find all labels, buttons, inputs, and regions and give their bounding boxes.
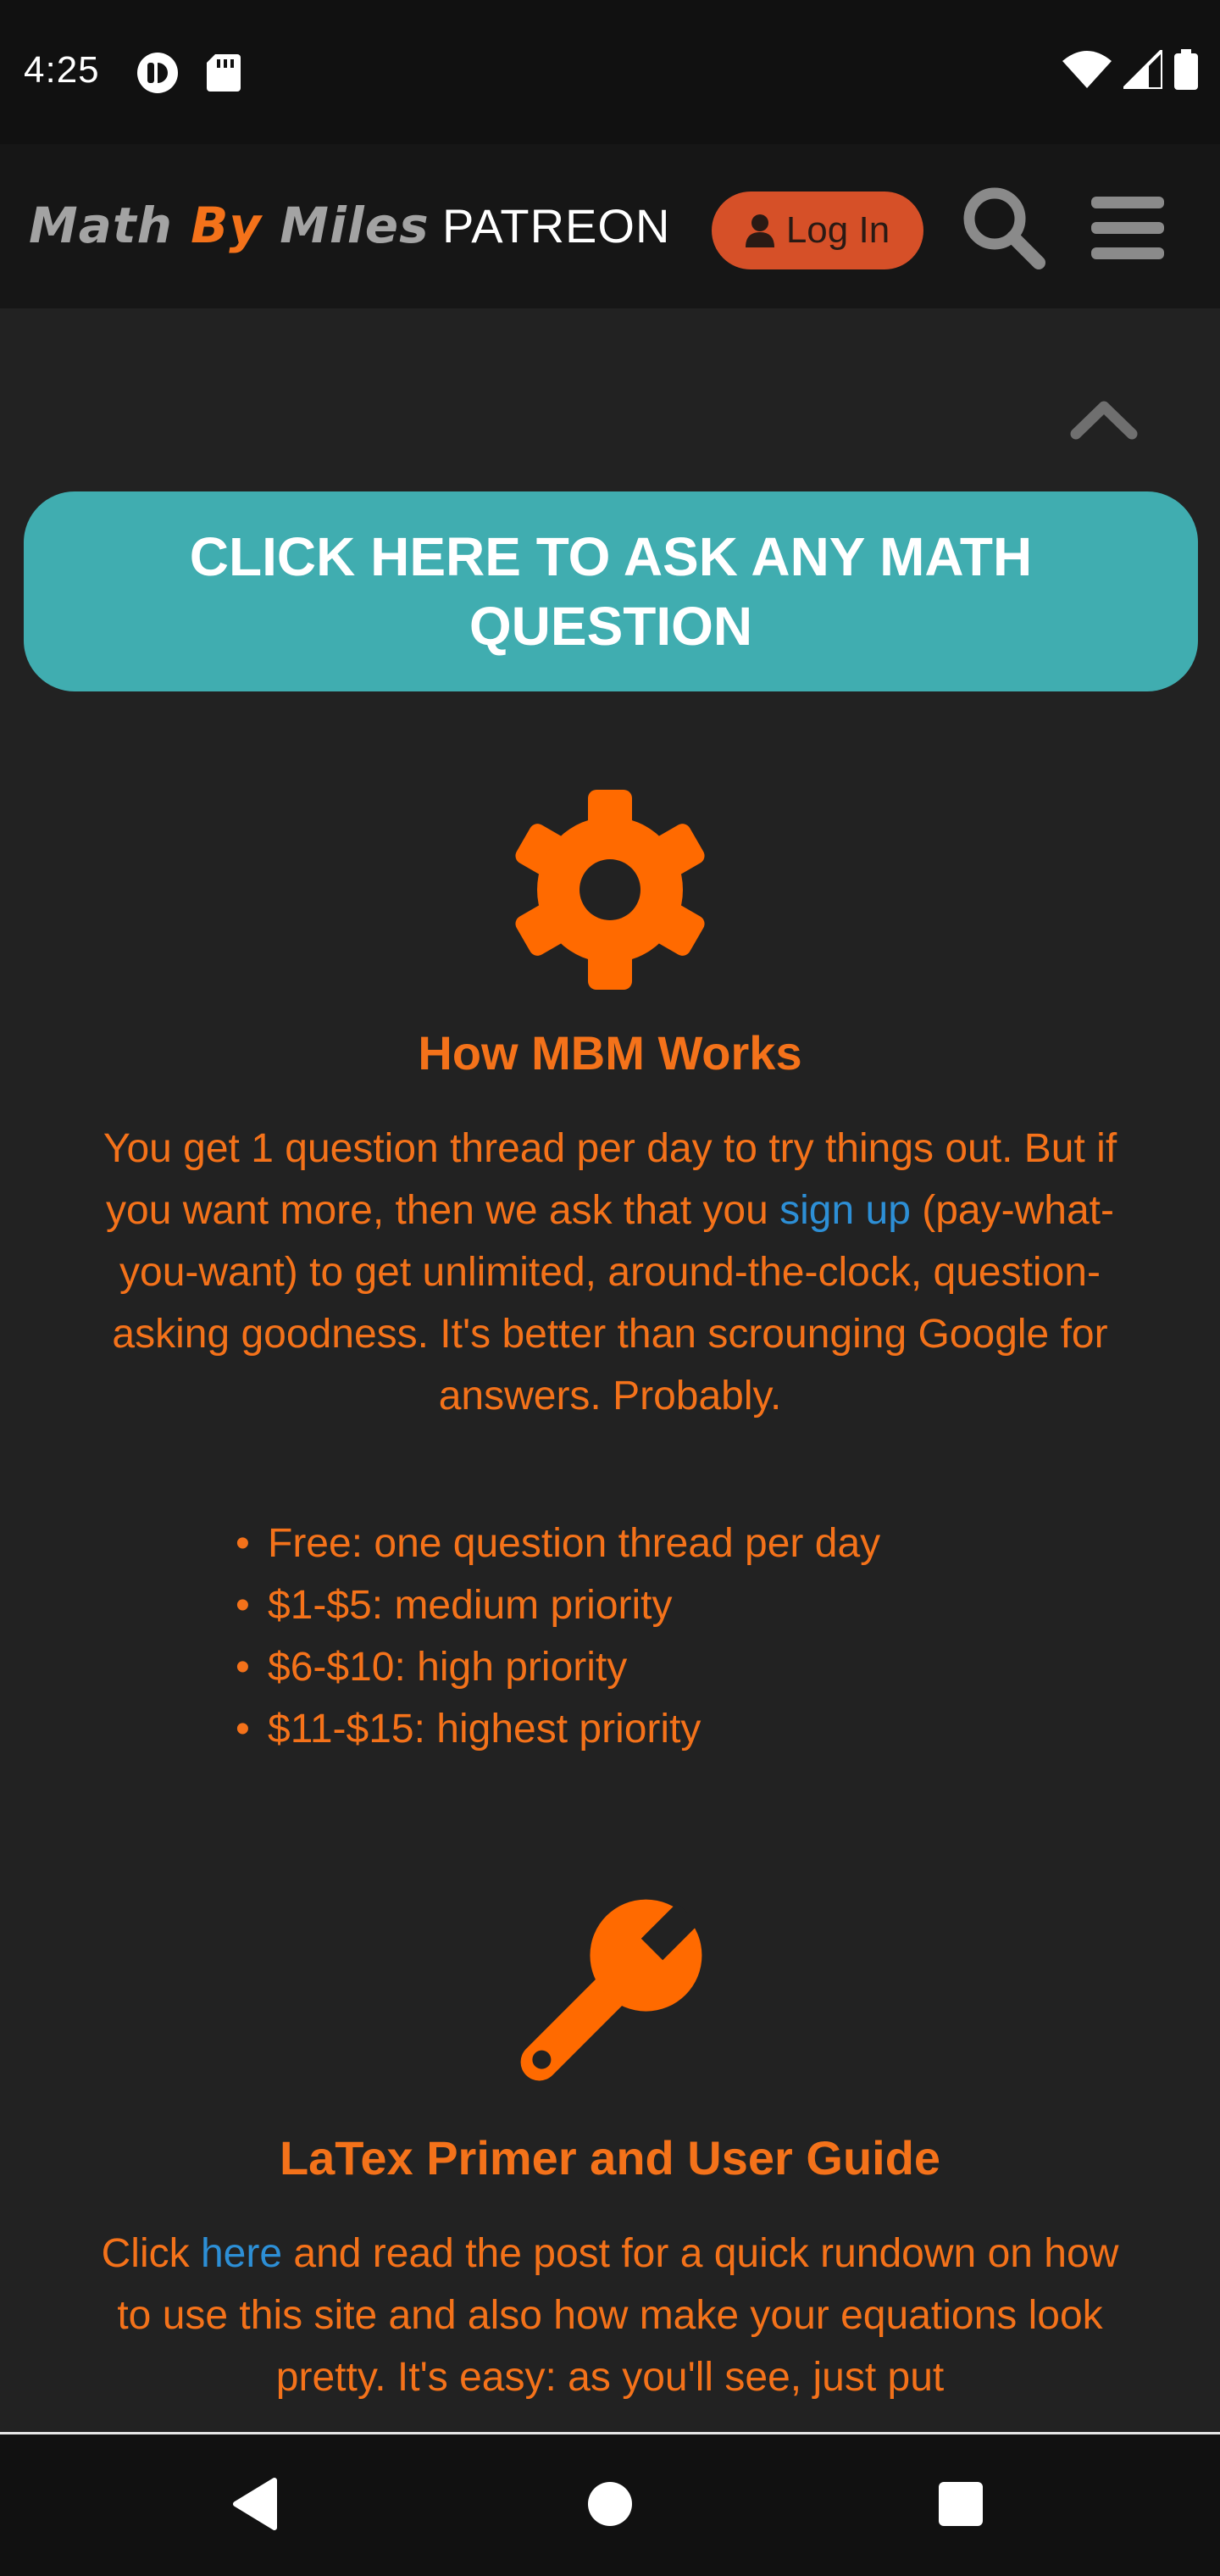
pricing-tier-list: Free: one question thread per day $1-$5:… [236,1513,880,1760]
here-link[interactable]: here [201,2231,282,2276]
latex-guide-body: Click here and read the post for a quick… [85,2223,1135,2408]
latex-guide-text-1: Click [101,2231,201,2276]
wrench-icon [520,1899,702,2081]
back-icon[interactable] [230,2477,281,2531]
wifi-icon [1062,51,1112,88]
gear-icon [515,790,705,990]
how-it-works-title: How MBM Works [418,1026,802,1080]
user-icon [745,214,774,247]
list-item: Free: one question thread per day [236,1513,880,1574]
cell-signal-icon [1123,50,1162,89]
logo-miles: Miles [280,197,430,254]
search-icon[interactable] [961,185,1045,269]
how-it-works-body: You get 1 question thread per day to try… [85,1118,1135,1427]
app-header: Math By Miles PATREON Log In [0,144,1220,308]
system-nav-bar [0,2432,1220,2576]
home-icon[interactable] [586,2480,634,2528]
status-right-icons [1062,49,1198,90]
sign-up-link[interactable]: sign up [779,1188,911,1233]
status-time: 4:25 [24,49,100,91]
ask-question-button[interactable]: CLICK HERE TO ASK ANY MATH QUESTION [24,491,1198,691]
login-label: Log In [785,209,890,251]
logo-math: Math [29,197,173,254]
battery-icon [1174,49,1198,90]
patreon-link[interactable]: PATREON [442,198,670,253]
recents-icon[interactable] [937,2480,984,2528]
logo-by: By [191,197,263,254]
list-item: $11-$15: highest priority [236,1698,880,1760]
notification-icon [137,53,178,93]
login-button[interactable]: Log In [712,192,923,269]
hamburger-menu-icon[interactable] [1091,197,1164,259]
site-logo[interactable]: Math By Miles [29,197,430,254]
latex-guide-section: LaTex Primer and User Guide Click here a… [0,1881,1220,2408]
latex-guide-title: LaTex Primer and User Guide [279,2131,941,2185]
list-item: $6-$10: high priority [236,1636,880,1698]
scroll-top-chevron-icon[interactable] [1069,398,1139,441]
how-it-works-section: How MBM Works You get 1 question thread … [0,788,1220,1752]
status-bar: 4:25 [0,0,1220,144]
list-item: $1-$5: medium priority [236,1574,880,1636]
sd-card-icon [207,54,241,92]
